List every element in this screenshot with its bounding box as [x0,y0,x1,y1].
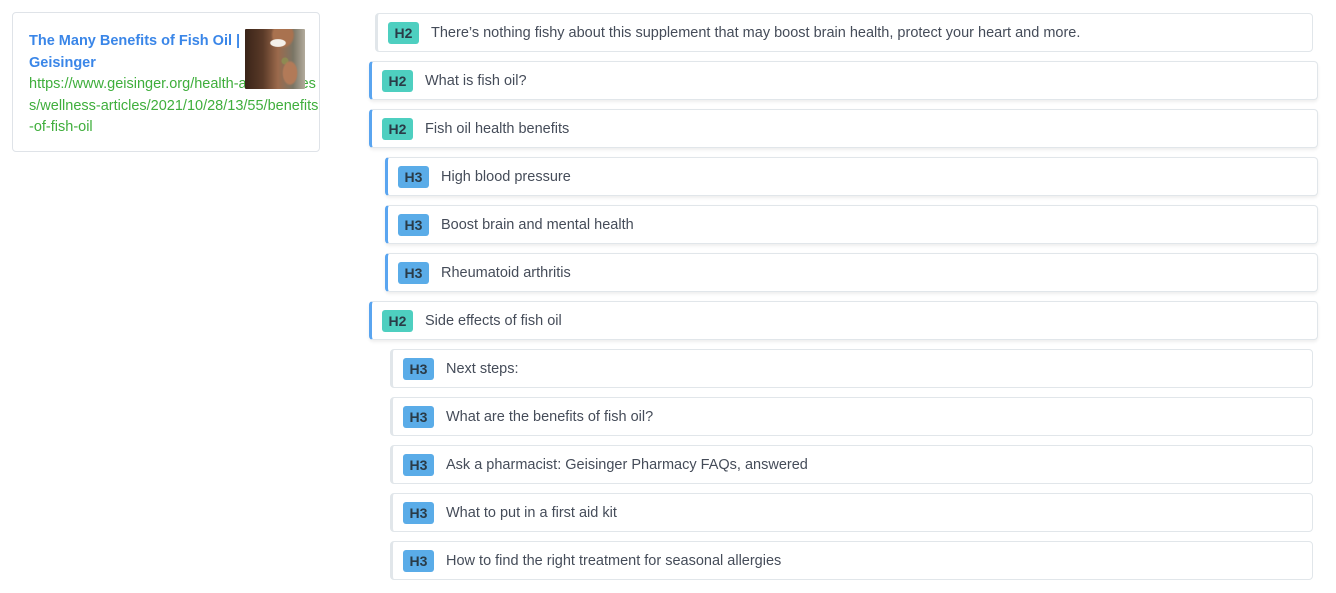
heading-level-badge: H3 [403,453,434,476]
heading-level-badge: H3 [398,261,429,284]
heading-text: Next steps: [446,360,519,377]
outline-row-h3[interactable]: H3 What are the benefits of fish oil? [390,397,1313,436]
heading-text: What are the benefits of fish oil? [446,408,654,425]
heading-text: Ask a pharmacist: Geisinger Pharmacy FAQ… [446,456,808,473]
outline-row-h2[interactable]: H2 There’s nothing fishy about this suppl… [375,13,1313,52]
heading-level-badge: H3 [403,501,434,524]
heading-text: There’s nothing fishy about this supplem… [431,24,1081,41]
search-result-card: The Many Benefits of Fish Oil | Geisinge… [12,12,320,152]
result-title-link[interactable]: The Many Benefits of Fish Oil | Geisinge… [29,30,244,74]
outline-row-h3[interactable]: H3 High blood pressure [385,157,1318,196]
heading-text: Side effects of fish oil [425,312,562,329]
heading-level-badge: H3 [398,213,429,236]
result-thumbnail-image [245,29,305,89]
heading-text: What to put in a first aid kit [446,504,617,521]
heading-level-badge: H3 [403,549,434,572]
heading-text: Rheumatoid arthritis [441,264,571,281]
heading-level-badge: H3 [403,405,434,428]
outline-row-h2[interactable]: H2 What is fish oil? [369,61,1318,100]
heading-level-badge: H2 [382,69,413,92]
heading-text: High blood pressure [441,168,571,185]
heading-level-badge: H2 [382,117,413,140]
heading-level-badge: H2 [382,309,413,332]
heading-level-badge: H3 [403,357,434,380]
heading-text: What is fish oil? [425,72,527,89]
outline-row-h3[interactable]: H3 What to put in a first aid kit [390,493,1313,532]
outline-row-h3[interactable]: H3 Boost brain and mental health [385,205,1318,244]
outline-row-h3[interactable]: H3 Next steps: [390,349,1313,388]
outline-row-h2[interactable]: H2 Side effects of fish oil [369,301,1318,340]
outline-row-h3[interactable]: H3 Rheumatoid arthritis [385,253,1318,292]
heading-text: Fish oil health benefits [425,120,570,137]
outline-row-h3[interactable]: H3 Ask a pharmacist: Geisinger Pharmacy F… [390,445,1313,484]
heading-level-badge: H3 [398,165,429,188]
heading-text: Boost brain and mental health [441,216,634,233]
heading-level-badge: H2 [388,21,419,44]
heading-text: How to find the right treatment for seas… [446,552,782,569]
outline-row-h2[interactable]: H2 Fish oil health benefits [369,109,1318,148]
outline-row-h3[interactable]: H3 How to find the right treatment for se… [390,541,1313,580]
